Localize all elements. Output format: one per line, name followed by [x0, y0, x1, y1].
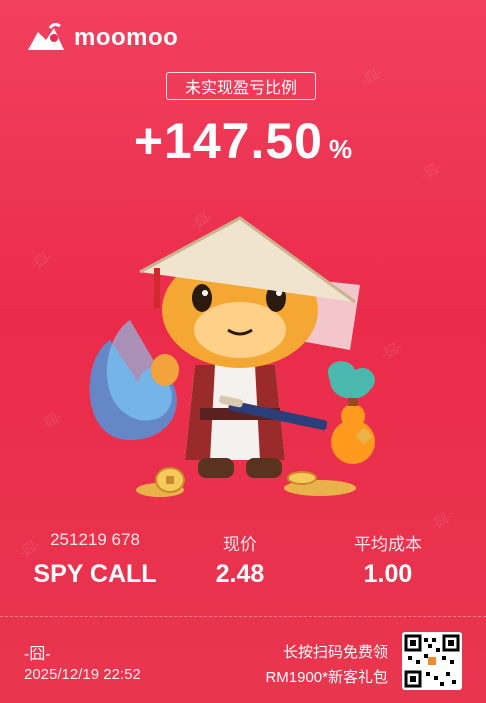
qr-code[interactable]: [402, 632, 462, 690]
share-card: -囧- -囧- -囧- -囧- -囧- -囧- -囧- -囧- moomoo 未…: [0, 0, 486, 703]
promo-text: 长按扫码免费领 RM1900*新客礼包: [265, 640, 388, 690]
contract-name: SPY CALL: [33, 560, 157, 588]
promo-line-1: 长按扫码免费领: [282, 644, 388, 661]
pnl-ratio-unit: %: [329, 134, 353, 164]
stat-contract: 251219 678 SPY CALL: [0, 530, 190, 589]
mascot-illustration: [89, 216, 375, 497]
unrealized-pnl-ratio-label: 未实现盈亏比例: [166, 72, 316, 100]
current-price-label: 现价: [223, 535, 257, 554]
username: -囧-: [24, 646, 51, 663]
average-cost-value: 1.00: [363, 560, 413, 588]
moomoo-logo-icon: [28, 22, 64, 50]
divider: [0, 616, 486, 617]
watermark: -囧-: [38, 408, 65, 433]
contract-code: 251219 678: [50, 530, 140, 549]
watermark: -囧-: [358, 64, 385, 89]
current-price-value: 2.48: [215, 560, 265, 588]
stat-current-price: 现价 2.48: [190, 530, 290, 589]
stat-average-cost: 平均成本 1.00: [290, 530, 486, 589]
average-cost-label: 平均成本: [354, 535, 422, 554]
brand-logo: moomoo: [24, 22, 178, 54]
watermark: -囧-: [28, 248, 55, 273]
pnl-ratio-value: +147.50: [133, 113, 323, 169]
share-datetime: 2025/12/19 22:52: [24, 666, 141, 683]
pnl-ratio: +147.50%: [0, 112, 486, 170]
brand-name: moomoo: [74, 24, 179, 51]
promo-line-2: RM1900*新客礼包: [265, 669, 388, 686]
position-stats: 251219 678 SPY CALL 现价 2.48 平均成本 1.00: [0, 530, 486, 589]
